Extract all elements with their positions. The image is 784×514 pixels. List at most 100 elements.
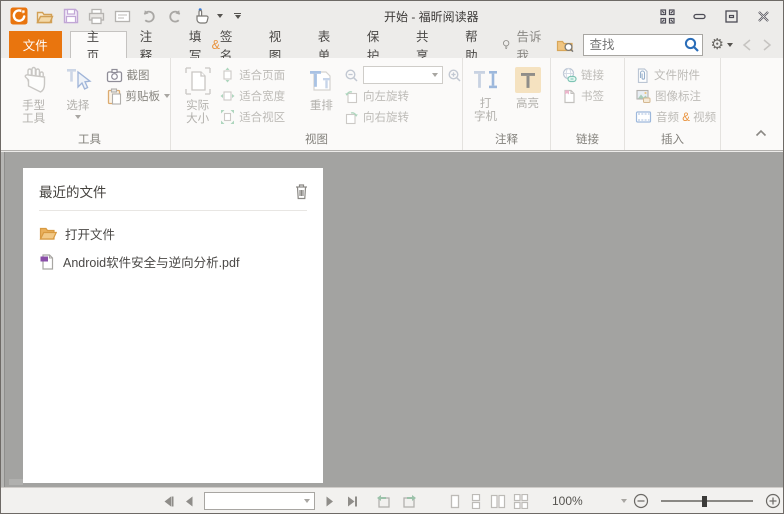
zoom-out-icon[interactable]	[344, 68, 359, 83]
save-button[interactable]	[61, 7, 80, 26]
maximize-button[interactable]	[723, 8, 739, 24]
image-annotation-button[interactable]: 图像标注	[635, 87, 716, 105]
search-folder-icon[interactable]	[556, 36, 575, 54]
hand-tool-button[interactable]: 手型 工具	[9, 63, 58, 126]
fit-column: 适合页面 适合宽度 适合视区	[220, 63, 301, 126]
zoom-out-button[interactable]	[633, 493, 649, 509]
group-label-view: 视图	[305, 134, 328, 146]
navigation-pane-handle[interactable]	[9, 479, 23, 485]
bookmark-icon	[564, 89, 575, 104]
fit-visible-label: 适合视区	[239, 112, 286, 124]
typewriter-label: 打 字机	[474, 98, 497, 123]
group-label-links: 链接	[576, 134, 599, 146]
open-file-label: 打开文件	[65, 227, 116, 242]
attachment-icon	[637, 68, 648, 83]
fit-visible-button[interactable]: 适合视区	[220, 108, 301, 126]
next-view-button[interactable]	[401, 494, 418, 509]
snapshot-button[interactable]: 截图	[106, 66, 171, 84]
link-button[interactable]: 链接	[561, 66, 604, 84]
ribbon-group-insert: 文件附件 图像标注 音频 & 视频 插入	[625, 58, 721, 150]
rotate-left-icon	[345, 90, 358, 103]
scroll-tabs-left-button[interactable]	[741, 38, 753, 52]
recent-files-header: 最近的文件	[23, 168, 323, 210]
customize-toolbar-button[interactable]	[234, 12, 241, 20]
zoom-rotate-column: 向左旋转 向右旋转	[344, 63, 462, 126]
document-area: 最近的文件 打开文件 Android软件安全与逆向分析.pdf	[1, 152, 783, 488]
recent-file-item[interactable]: Android软件安全与逆向分析.pdf	[23, 247, 323, 275]
fit-width-button[interactable]: 适合宽度	[220, 87, 301, 105]
scroll-tabs-right-button[interactable]	[761, 38, 773, 52]
fit-page-icon	[223, 67, 232, 83]
file-attachment-label: 文件附件	[654, 70, 700, 82]
hand-icon	[24, 66, 45, 93]
tab-comment[interactable]: 注释	[127, 30, 176, 63]
typewriter-button[interactable]: 打 字机	[468, 63, 504, 124]
settings-button[interactable]: ⚙	[711, 37, 733, 52]
clipboard-button[interactable]: 剪贴板	[106, 87, 170, 105]
bookmark-button[interactable]: 书签	[561, 87, 604, 105]
tab-fill-sign[interactable]: 填写 & 签名	[176, 30, 256, 63]
email-button[interactable]	[113, 7, 132, 26]
page-number-caret[interactable]	[304, 499, 310, 503]
open-file-item[interactable]: 打开文件	[23, 219, 323, 247]
quick-access-toolbar	[9, 7, 241, 26]
previous-view-button[interactable]	[375, 494, 392, 509]
tab-view[interactable]: 视图	[256, 30, 305, 63]
open-file-button[interactable]	[35, 7, 54, 26]
redo-button[interactable]	[165, 7, 184, 26]
tab-form[interactable]: 表单	[305, 30, 354, 63]
tab-share[interactable]: 共享	[403, 30, 452, 63]
toggle-toolbars-button[interactable]	[659, 8, 675, 24]
continuous-view-button[interactable]	[469, 493, 483, 509]
hand-tool-dropdown-caret[interactable]	[217, 14, 223, 18]
file-attachment-button[interactable]: 文件附件	[635, 66, 716, 84]
select-tool-caret	[74, 115, 81, 119]
highlight-button[interactable]: 高亮	[510, 63, 546, 111]
app-window: 开始 - 福昕阅读器 文件 主页 注释 填写 & 签名 视图 表单 保护 共享 帮助	[0, 0, 784, 514]
undo-button[interactable]	[139, 7, 158, 26]
zoom-in-button[interactable]	[765, 493, 781, 509]
zoom-level-caret[interactable]	[620, 499, 627, 503]
tab-file[interactable]: 文件	[9, 31, 62, 58]
rotate-left-button[interactable]: 向左旋转	[344, 87, 462, 105]
search-icon[interactable]	[682, 35, 702, 55]
zoom-combo-caret[interactable]	[432, 73, 438, 77]
rotate-right-button[interactable]: 向右旋转	[344, 108, 462, 126]
zoom-combo-input[interactable]	[372, 67, 432, 83]
hand-tool-quick-button[interactable]	[191, 7, 210, 26]
minimize-button[interactable]	[691, 8, 707, 24]
continuous-facing-view-button[interactable]	[513, 493, 529, 509]
zoom-in-icon[interactable]	[447, 68, 462, 83]
tab-help[interactable]: 帮助	[452, 30, 501, 63]
first-page-button[interactable]	[161, 495, 175, 508]
zoom-slider[interactable]	[660, 495, 753, 507]
zoom-row	[344, 66, 462, 84]
next-page-button[interactable]	[324, 495, 335, 508]
fit-page-button[interactable]: 适合页面	[220, 66, 301, 84]
single-page-view-button[interactable]	[448, 494, 462, 509]
search-input[interactable]	[589, 37, 682, 52]
clipboard-caret	[164, 94, 170, 98]
audio-video-button[interactable]: 音频 & 视频	[635, 108, 716, 126]
select-tool-button[interactable]: 选择	[58, 63, 97, 119]
page-number-input[interactable]	[224, 493, 304, 509]
tab-home[interactable]: 主页	[69, 30, 127, 63]
bookmark-label: 书签	[581, 91, 604, 103]
zoom-cluster: 100%	[552, 488, 783, 513]
collapse-ribbon-button[interactable]	[755, 124, 767, 142]
tab-protect[interactable]: 保护	[354, 30, 403, 63]
clear-recent-button[interactable]	[294, 183, 309, 200]
facing-view-button[interactable]	[490, 494, 506, 509]
group-label-insert: 插入	[661, 134, 684, 146]
actual-size-button[interactable]: 实际 大小	[175, 63, 220, 126]
recent-files-title: 最近的文件	[39, 185, 107, 200]
close-button[interactable]	[755, 8, 771, 24]
insert-column: 文件附件 图像标注 音频 & 视频	[635, 63, 716, 126]
image-annotation-label: 图像标注	[655, 91, 701, 103]
last-page-button[interactable]	[344, 495, 358, 508]
zoom-slider-handle[interactable]	[701, 495, 707, 507]
fit-width-label: 适合宽度	[239, 91, 286, 103]
reflow-button[interactable]: 重排	[301, 63, 342, 113]
print-button[interactable]	[87, 7, 106, 26]
previous-page-button[interactable]	[184, 495, 195, 508]
